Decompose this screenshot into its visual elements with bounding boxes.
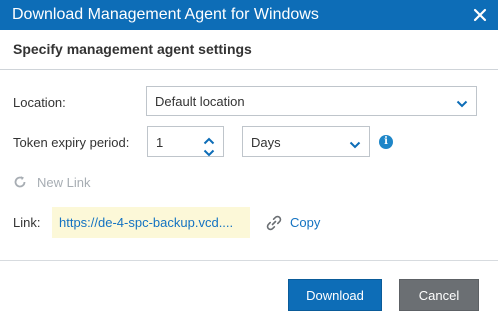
new-link-label: New Link bbox=[37, 175, 91, 190]
token-expiry-value: 1 bbox=[156, 135, 164, 150]
chevron-down-icon bbox=[456, 96, 468, 108]
chevron-up-icon[interactable] bbox=[203, 132, 215, 145]
location-select-value: Default location bbox=[155, 94, 245, 109]
link-box: https://de-4-spc-backup.vcd.... bbox=[52, 207, 250, 238]
subheader-title: Specify management agent settings bbox=[13, 41, 252, 57]
download-button[interactable]: Download bbox=[288, 279, 382, 311]
location-select[interactable]: Default location bbox=[146, 86, 477, 116]
cancel-button[interactable]: Cancel bbox=[399, 279, 479, 311]
chevron-down-icon bbox=[349, 137, 361, 149]
link-icon bbox=[265, 214, 283, 232]
token-unit-value: Days bbox=[251, 135, 281, 150]
dialog-title: Download Management Agent for Windows bbox=[12, 6, 319, 23]
download-link[interactable]: https://de-4-spc-backup.vcd.... bbox=[59, 215, 233, 230]
token-unit-select[interactable]: Days bbox=[242, 126, 370, 157]
chevron-down-icon[interactable] bbox=[203, 144, 215, 157]
copy-label: Copy bbox=[290, 215, 321, 230]
info-icon[interactable]: i bbox=[379, 135, 393, 149]
link-label: Link: bbox=[13, 215, 41, 230]
footer-divider bbox=[0, 260, 498, 261]
token-expiry-label: Token expiry period: bbox=[13, 135, 130, 150]
refresh-icon bbox=[13, 175, 27, 189]
dialog-titlebar: Download Management Agent for Windows bbox=[0, 0, 498, 30]
close-icon[interactable] bbox=[470, 5, 490, 25]
dialog-subheader: Specify management agent settings bbox=[0, 30, 498, 70]
location-label: Location: bbox=[13, 95, 66, 110]
token-expiry-stepper[interactable]: 1 bbox=[147, 126, 224, 157]
